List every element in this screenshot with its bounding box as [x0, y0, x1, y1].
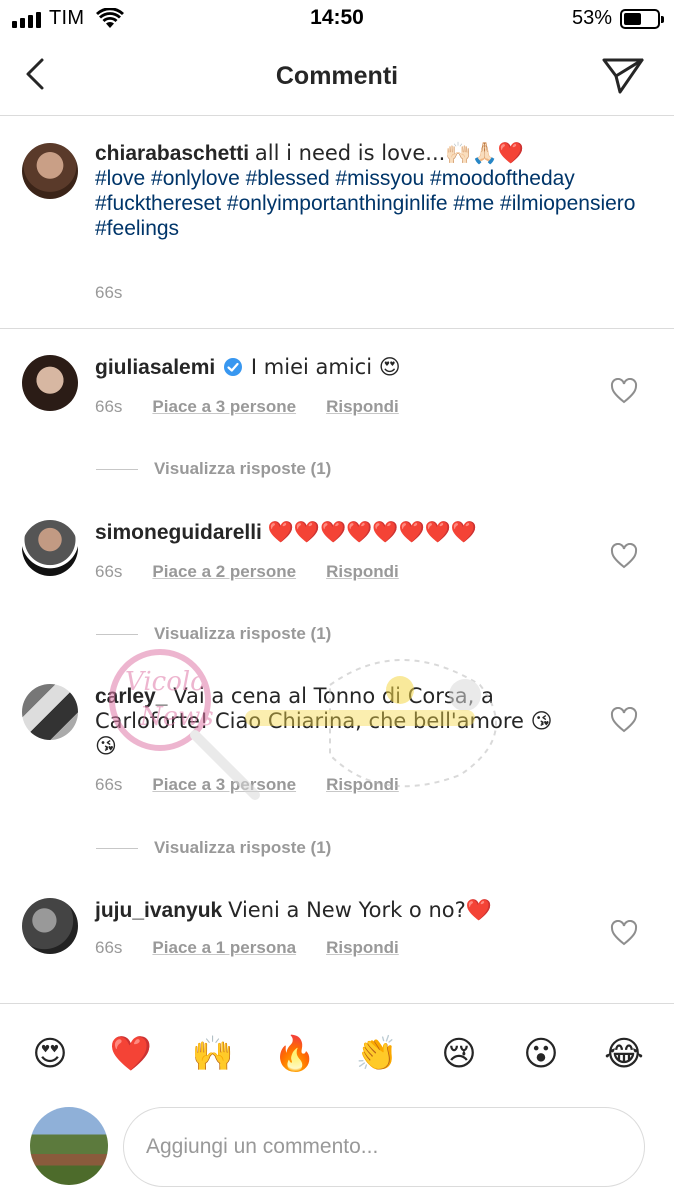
comment-username[interactable]: simoneguidarelli [95, 521, 262, 544]
comment-timestamp: 66s [95, 397, 123, 416]
comment-meta: 66s Piace a 1 persona Rispondi [95, 938, 399, 958]
view-replies-label: Visualizza risposte (1) [154, 838, 332, 857]
status-bar-right: 53% [571, 7, 664, 30]
emoji-raised-hands-button[interactable]: 🙌 [191, 1032, 235, 1076]
paper-plane-icon[interactable] [600, 54, 646, 98]
comment-composer [0, 1098, 674, 1200]
emoji-surprised-button[interactable]: 😮 [519, 1032, 563, 1076]
comment-username[interactable]: carley_ [95, 685, 167, 708]
reply-button[interactable]: Rispondi [326, 775, 399, 795]
caption-timestamp: 66s [95, 283, 123, 302]
likes-link[interactable]: Piace a 3 persone [152, 397, 296, 417]
reply-button[interactable]: Rispondi [326, 562, 399, 582]
like-heart-icon[interactable] [610, 543, 638, 569]
comment-username[interactable]: juju_ivanyuk [95, 899, 222, 922]
emoji-clapping-button[interactable]: 👏 [355, 1032, 399, 1076]
caption-hashtags[interactable]: #love #onlylove #blessed #missyou #moodo… [95, 167, 635, 240]
page-title: Commenti [275, 62, 399, 90]
quick-emoji-bar: 😍 ❤️ 🙌 🔥 👏 😢 😮 😂 [0, 1003, 674, 1098]
post-caption: chiarabaschetti all i need is love...🙌🏻🙏… [0, 117, 674, 329]
emoji-crying-button[interactable]: 😢 [437, 1032, 481, 1076]
comment-meta: 66s Piace a 3 persone Rispondi [95, 397, 399, 417]
emoji-fire-button[interactable]: 🔥 [273, 1032, 317, 1076]
comment-text: juju_ivanyuk Vieni a New York o no?❤️ [95, 898, 555, 923]
view-replies-button[interactable]: Visualizza risposte (1) [96, 624, 331, 644]
replies-divider [96, 633, 138, 635]
comment-meta: 66s Piace a 2 persone Rispondi [95, 562, 399, 582]
battery-level [624, 12, 641, 25]
caption-text: chiarabaschetti all i need is love...🙌🏻🙏… [95, 141, 655, 241]
nav-bar: Commenti [0, 38, 674, 116]
comment-timestamp: 66s [95, 938, 123, 957]
verified-badge-icon [224, 358, 243, 376]
comment-text: simoneguidarelli ❤️❤️❤️❤️❤️❤️❤️❤️ [95, 520, 555, 545]
comment-text: carley_ Vai a cena al Tonno di Corsa, a … [95, 684, 565, 759]
replies-divider [96, 847, 138, 849]
comment-body: I miei amici 😍 [250, 355, 401, 379]
comment-body: ❤️❤️❤️❤️❤️❤️❤️❤️ [267, 520, 477, 544]
emoji-heart-eyes-button[interactable]: 😍 [28, 1032, 72, 1076]
battery-icon [620, 8, 664, 29]
likes-link[interactable]: Piace a 1 persona [152, 938, 296, 958]
replies-divider [96, 468, 138, 470]
emoji-tears-of-joy-button[interactable]: 😂 [602, 1032, 646, 1076]
battery-percentage: 53% [571, 7, 612, 29]
comment-username[interactable]: giuliasalemi [95, 356, 215, 379]
status-bar: TIM 14:50 53% [0, 0, 674, 38]
comment-text: giuliasalemi I miei amici 😍 [95, 355, 555, 380]
likes-link[interactable]: Piace a 2 persone [152, 562, 296, 582]
reply-button[interactable]: Rispondi [326, 938, 399, 958]
view-replies-button[interactable]: Visualizza risposte (1) [96, 838, 331, 858]
avatar[interactable] [22, 684, 78, 740]
avatar[interactable] [22, 355, 78, 411]
avatar[interactable] [22, 898, 78, 954]
like-heart-icon[interactable] [610, 707, 638, 733]
avatar[interactable] [22, 143, 78, 199]
comment-meta: 66s Piace a 3 persone Rispondi [95, 775, 399, 795]
comment-input[interactable] [123, 1107, 645, 1187]
view-replies-button[interactable]: Visualizza risposte (1) [96, 459, 331, 479]
avatar[interactable] [30, 1107, 108, 1185]
avatar[interactable] [22, 520, 78, 576]
reply-button[interactable]: Rispondi [326, 397, 399, 417]
like-heart-icon[interactable] [610, 920, 638, 946]
likes-link[interactable]: Piace a 3 persone [152, 775, 296, 795]
emoji-red-heart-button[interactable]: ❤️ [109, 1032, 153, 1076]
view-replies-label: Visualizza risposte (1) [154, 624, 332, 643]
comment-timestamp: 66s [95, 562, 123, 581]
caption-username[interactable]: chiarabaschetti [95, 142, 249, 165]
caption-body: all i need is love...🙌🏻🙏🏻❤️ [254, 141, 524, 165]
like-heart-icon[interactable] [610, 378, 638, 404]
view-replies-label: Visualizza risposte (1) [154, 459, 332, 478]
comment-body: Vieni a New York o no?❤️ [228, 898, 492, 922]
comment-timestamp: 66s [95, 775, 123, 794]
